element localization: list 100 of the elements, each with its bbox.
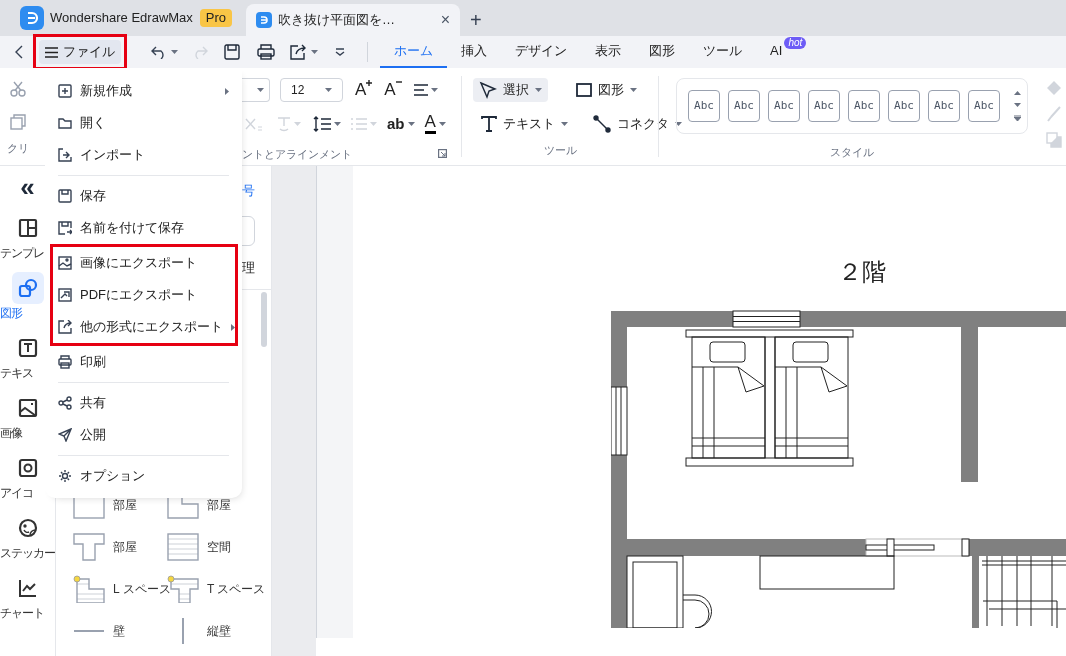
caret-icon: [430, 88, 438, 92]
caret-icon: [407, 121, 415, 126]
minus-icon: [395, 80, 402, 86]
style-swatch[interactable]: Abc: [848, 90, 880, 122]
shape-label[interactable]: T スペース: [207, 580, 266, 598]
save-icon[interactable]: [224, 44, 240, 60]
app-name: Wondershare EdrawMax: [50, 9, 193, 28]
text-case-button[interactable]: ab: [387, 114, 415, 133]
shadow-icon[interactable]: [1046, 132, 1062, 148]
style-swatch[interactable]: Abc: [968, 90, 1000, 122]
expand-icon[interactable]: [438, 148, 447, 158]
ribbon-tab[interactable]: 表示: [581, 36, 635, 68]
l-space-icon[interactable]: [73, 575, 105, 603]
caret-icon: [561, 122, 568, 126]
paper-plane-icon: [58, 428, 72, 442]
font-color-button[interactable]: A: [424, 113, 446, 134]
chart-icon: [17, 578, 38, 598]
shape-label[interactable]: 部屋: [113, 538, 137, 556]
caret-icon: [294, 121, 301, 126]
copy-icon[interactable]: [10, 114, 26, 130]
connector-icon: [593, 115, 611, 133]
shape-label[interactable]: 縦壁: [207, 622, 231, 640]
shape-label[interactable]: 壁: [113, 622, 125, 640]
menu-item[interactable]: 開く: [45, 107, 242, 139]
document-icon: [256, 12, 273, 28]
tool-button[interactable]: 図形: [570, 78, 643, 102]
fill-bucket-icon[interactable]: [1046, 80, 1062, 96]
new-tab-button[interactable]: +: [460, 4, 492, 36]
image-icon: [58, 256, 72, 270]
rail-item[interactable]: 図形: [0, 272, 55, 332]
ribbon-tab[interactable]: デザイン: [501, 36, 581, 68]
scrollbar-thumb[interactable]: [261, 292, 267, 347]
line-spacing-icon[interactable]: [313, 115, 331, 132]
file-menu-button[interactable]: ファイル: [39, 40, 121, 64]
caret-icon: [171, 50, 178, 54]
text-style-icon[interactable]: [277, 115, 291, 132]
redo-icon[interactable]: [192, 45, 208, 59]
undo-icon[interactable]: [151, 45, 167, 59]
style-swatch[interactable]: Abc: [728, 90, 760, 122]
print-icon[interactable]: [257, 44, 275, 60]
plan-badge: Pro: [199, 9, 233, 27]
rail-label: チャート: [0, 606, 44, 620]
style-swatch[interactable]: Abc: [888, 90, 920, 122]
shape-label[interactable]: 部屋: [113, 496, 137, 514]
brush-icon[interactable]: [1046, 106, 1062, 122]
gear-icon: [58, 469, 72, 483]
style-swatch[interactable]: Abc: [688, 90, 720, 122]
subscript-icon[interactable]: [245, 116, 263, 131]
style-swatch[interactable]: Abc: [768, 90, 800, 122]
font-size-dropdown[interactable]: 12: [280, 78, 343, 102]
menu-item[interactable]: PDFにエクスポート: [53, 279, 235, 311]
caret-icon: [675, 122, 682, 126]
rail-label: テキス: [0, 366, 33, 380]
list-icon[interactable]: [351, 117, 367, 130]
caret-icon: [325, 88, 332, 92]
sticker-icon: [17, 518, 38, 538]
image-icon: [17, 398, 38, 418]
style-swatch[interactable]: Abc: [808, 90, 840, 122]
save-as-icon: [58, 221, 72, 235]
scissors-icon[interactable]: [10, 81, 26, 97]
room-t-icon[interactable]: [73, 533, 105, 561]
scroll-down-icon[interactable]: [1014, 103, 1021, 107]
grow-font-button[interactable]: A: [355, 80, 373, 100]
space-icon[interactable]: [167, 533, 199, 561]
document-tab[interactable]: 吹き抜け平面図を… ×: [246, 4, 461, 36]
ribbon-tab[interactable]: 図形: [635, 36, 689, 68]
tool-button[interactable]: 選択: [473, 78, 548, 102]
share-box-icon: [58, 320, 72, 334]
menu-item[interactable]: 新規作成: [45, 75, 242, 107]
menu-item[interactable]: 画像にエクスポート: [53, 247, 235, 279]
rail-item[interactable]: ステッカー: [0, 512, 55, 572]
scroll-up-icon[interactable]: [1014, 91, 1021, 95]
caret-icon: [334, 121, 341, 126]
tool-button[interactable]: テキスト: [475, 112, 574, 136]
caret-icon: [630, 88, 637, 92]
rail-item[interactable]: チャート: [0, 572, 55, 632]
ribbon-tab[interactable]: ツール: [689, 36, 756, 68]
rectangle-icon: [576, 83, 592, 97]
export-icon[interactable]: [290, 44, 307, 60]
app-logo-icon: [20, 6, 44, 30]
text-tool-icon: [481, 116, 497, 132]
more-icon[interactable]: [335, 48, 345, 56]
caret-icon: [535, 88, 542, 92]
shape-label[interactable]: L スペース: [113, 580, 171, 598]
menu-item[interactable]: 他の形式にエクスポート: [53, 311, 235, 343]
pointer-icon: [479, 81, 497, 99]
library-link[interactable]: 号: [242, 181, 255, 201]
close-tab-button[interactable]: ×: [440, 12, 451, 28]
shape-label[interactable]: 空間: [207, 538, 231, 556]
template-icon: [17, 218, 38, 238]
ribbon-tab[interactable]: 挿入: [447, 36, 501, 68]
align-left-icon[interactable]: [413, 84, 428, 96]
shrink-font-button[interactable]: A: [384, 80, 402, 100]
expand-gallery-icon[interactable]: [1014, 115, 1021, 121]
back-icon[interactable]: [14, 44, 24, 60]
group-label: スタイル: [830, 145, 874, 160]
menu-item[interactable]: インポート: [45, 139, 242, 171]
shape-label[interactable]: 部屋: [207, 496, 231, 514]
style-swatch[interactable]: Abc: [928, 90, 960, 122]
icon-library-icon: [17, 458, 38, 478]
